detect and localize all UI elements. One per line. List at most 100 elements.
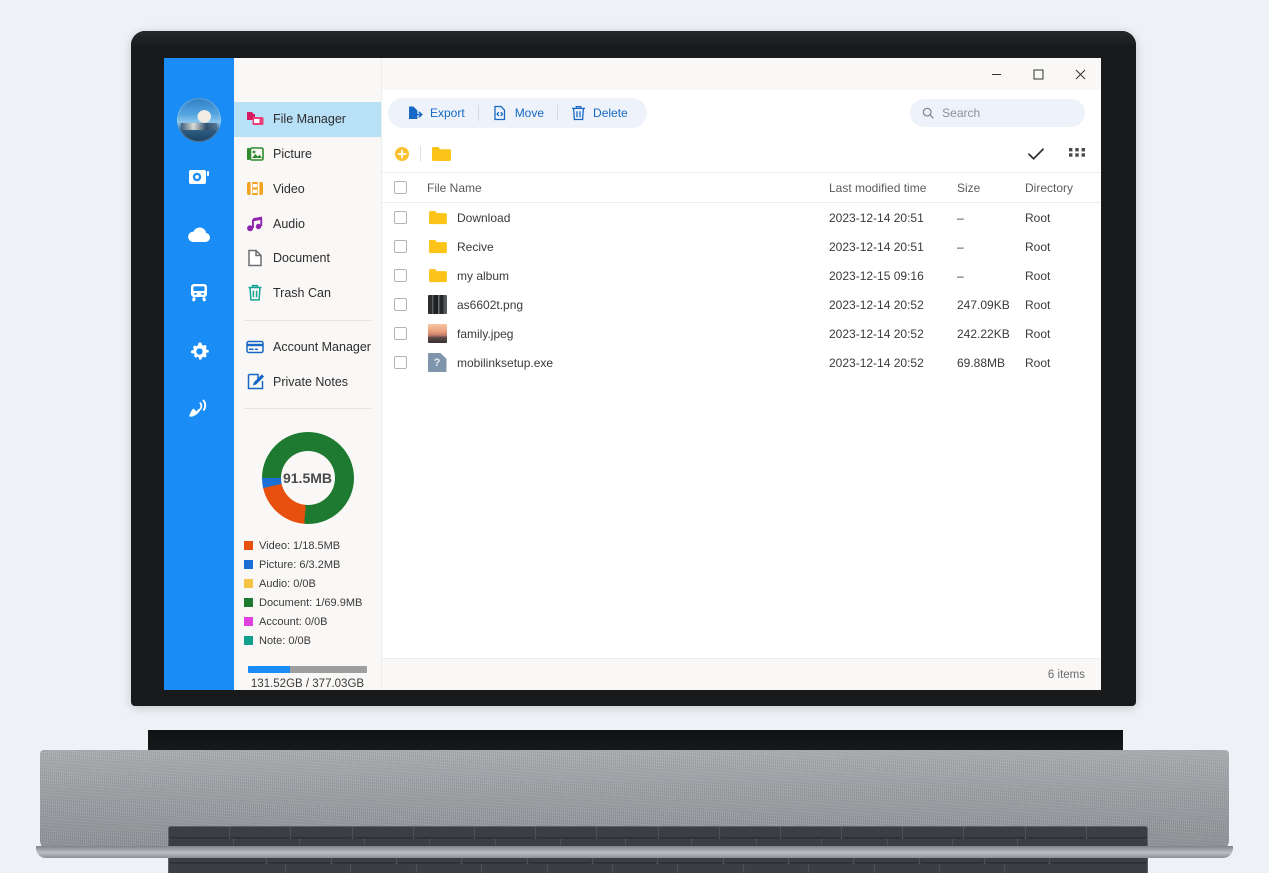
export-button[interactable]: Export (394, 98, 478, 128)
legend-swatch (244, 598, 253, 607)
folder-icon (427, 208, 447, 228)
sidebar-item-label: Audio (273, 216, 305, 231)
table-row[interactable]: Download 2023-12-14 20:51 – Root (382, 203, 1101, 232)
sidebar-item-label: Account Manager (273, 339, 371, 354)
column-header-size[interactable]: Size (957, 181, 1025, 195)
keyboard-key (547, 863, 612, 873)
table-row[interactable]: ? mobilinksetup.exe 2023-12-14 20:52 69.88M… (382, 348, 1101, 377)
search-input[interactable] (942, 106, 1073, 120)
image-thumbnail-icon (427, 324, 447, 344)
file-name-label: family.jpeg (457, 326, 514, 341)
image-thumbnail (427, 295, 447, 314)
laptop-base-lip (36, 846, 1233, 858)
cell-last-modified: 2023-12-14 20:51 (829, 210, 924, 225)
table-row[interactable]: family.jpeg 2023-12-14 20:52 242.22KB Root (382, 319, 1101, 348)
row-checkbox[interactable] (394, 240, 407, 253)
transfer-icon[interactable] (164, 270, 234, 316)
search-icon (922, 107, 934, 119)
keyboard-key (1025, 827, 1086, 839)
row-checkbox[interactable] (394, 269, 407, 282)
keyboard-key (903, 827, 964, 839)
cell-last-modified: 2023-12-15 09:16 (829, 268, 924, 283)
cell-file-name: as6602t.png (407, 295, 829, 315)
maximize-icon[interactable] (1017, 58, 1059, 90)
item-count-label: 6 items (1047, 668, 1085, 681)
legend-swatch (244, 617, 253, 626)
cell-size: 69.88MB (957, 355, 1006, 370)
column-header-last-modified[interactable]: Last modified time (829, 181, 957, 195)
legend-row: Picture: 6/3.2MB (244, 555, 371, 574)
cloud-icon[interactable] (164, 212, 234, 258)
file-name-label: my album (457, 268, 510, 283)
close-icon[interactable] (1059, 58, 1101, 90)
move-button[interactable]: Move (479, 98, 557, 128)
picture-icon (246, 145, 264, 163)
action-toolbar: Export Move Delete Search (382, 90, 1101, 136)
avatar[interactable] (177, 98, 221, 142)
select-all-checkbox[interactable] (394, 181, 407, 194)
sidebar-item-audio[interactable]: Audio (234, 206, 381, 241)
minimize-icon[interactable] (975, 58, 1017, 90)
column-header-file-name[interactable]: File Name (407, 181, 829, 195)
cell-file-name: ? mobilinksetup.exe (407, 353, 829, 373)
legend-row: Audio: 0/0B (244, 574, 371, 593)
file-list[interactable]: Download 2023-12-14 20:51 – Root Recive 2023-… (382, 203, 1101, 658)
cell-file-name: family.jpeg (407, 324, 829, 344)
safe-box-icon[interactable] (164, 154, 234, 200)
keyboard-key (678, 863, 743, 873)
grid-view-icon[interactable] (1069, 147, 1085, 161)
keyboard-key (939, 863, 1005, 873)
legend-swatch (244, 579, 253, 588)
keyboard-key (597, 827, 658, 839)
row-checkbox[interactable] (394, 356, 407, 369)
main-panel: Export Move Delete Search File Name Last… (382, 58, 1101, 690)
row-checkbox[interactable] (394, 298, 407, 311)
sidebar-item-private-notes[interactable]: Private Notes (234, 364, 381, 399)
storage-summary: 91.5MB Video: 1/18.5MB Picture: 6/3.2MB Au… (234, 418, 381, 690)
gear-icon[interactable] (164, 328, 234, 374)
sidebar-item-account-manager[interactable]: Account Manager (234, 330, 381, 365)
add-circle-icon[interactable] (394, 146, 410, 162)
keyboard-row (169, 863, 1148, 873)
table-row[interactable]: as6602t.png 2023-12-14 20:52 247.09KB Root (382, 290, 1101, 319)
cell-size: – (957, 210, 964, 225)
sidebar-item-label: Trash Can (273, 286, 331, 301)
row-checkbox[interactable] (394, 211, 407, 224)
cell-last-modified: 2023-12-14 20:52 (829, 297, 924, 312)
export-label: Export (430, 106, 465, 120)
keyboard-key (474, 827, 536, 839)
keyboard-key (169, 863, 285, 873)
keyboard-key (416, 863, 482, 873)
legend-swatch (244, 560, 253, 569)
keyboard-key (874, 863, 939, 873)
file-name-label: as6602t.png (457, 297, 524, 312)
check-icon[interactable] (1027, 147, 1045, 161)
move-label: Move (514, 106, 545, 120)
sidebar-item-trash-can[interactable]: Trash Can (234, 276, 381, 311)
table-row[interactable]: my album 2023-12-15 09:16 – Root (382, 261, 1101, 290)
donut-ring: 91.5MB (261, 432, 354, 524)
keyboard-key (658, 827, 719, 839)
sidebar-item-file-manager[interactable]: File Manager (234, 102, 381, 137)
search-box[interactable] (910, 99, 1085, 127)
list-header: File Name Last modified time Size Direct… (382, 172, 1101, 203)
table-row[interactable]: Recive 2023-12-14 20:51 – Root (382, 232, 1101, 261)
sidebar-item-label: File Manager (273, 112, 346, 127)
row-checkbox[interactable] (394, 327, 407, 340)
credit-card-icon (246, 338, 264, 356)
keyboard-key (809, 863, 874, 873)
legend-swatch (244, 636, 253, 645)
cell-last-modified: 2023-12-14 20:51 (829, 239, 924, 254)
column-header-directory[interactable]: Directory (1025, 181, 1101, 195)
keyboard-key (482, 863, 547, 873)
remote-signal-icon[interactable] (164, 386, 234, 432)
sidebar-divider-2 (244, 408, 371, 409)
folder-icon[interactable] (431, 146, 451, 162)
sidebar-item-video[interactable]: Video (234, 172, 381, 207)
keyboard-key (780, 827, 842, 839)
delete-button[interactable]: Delete (558, 98, 641, 128)
window-titlebar (382, 58, 1101, 90)
sidebar-item-picture[interactable]: Picture (234, 137, 381, 172)
sidebar-item-label: Private Notes (273, 374, 349, 389)
sidebar-item-document[interactable]: Document (234, 241, 381, 276)
